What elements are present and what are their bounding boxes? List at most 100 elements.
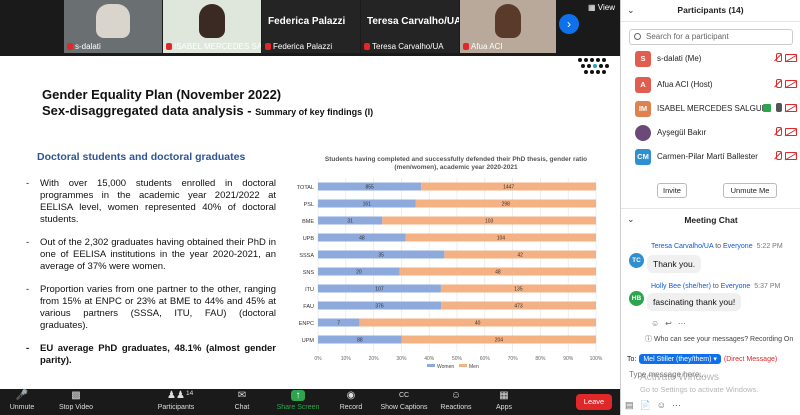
x-tick-label: 40% <box>424 356 435 362</box>
file-icon[interactable]: 📄 <box>640 400 651 411</box>
video-tile-teresa[interactable]: Teresa Carvalho/UA Teresa Carvalho/UA <box>361 0 459 53</box>
participant-row[interactable]: S s-dalati (Me) <box>629 50 797 68</box>
chat-input-tools: ▤ 📄 ☺ ⋯ <box>625 400 681 411</box>
participant-video <box>96 4 130 38</box>
share-screen-button[interactable]: ↑ Share Screen <box>268 390 328 414</box>
next-page-button[interactable]: › <box>559 14 579 34</box>
video-tile-afua[interactable]: Afua ACI <box>460 0 556 53</box>
reply-icon[interactable]: ↩ <box>665 319 672 328</box>
bullet-list: With over 15,000 students enrolled in do… <box>26 178 276 378</box>
invite-button[interactable]: Invite <box>657 183 687 198</box>
participant-row[interactable]: Ayşegül Bakır <box>629 124 797 142</box>
video-tile-s-dalati[interactable]: s-dalati <box>64 0 162 53</box>
muted-mic-icon[interactable] <box>774 127 782 137</box>
participant-name: Carmen-Pilar Martí Ballester <box>657 152 758 161</box>
unmute-me-button[interactable]: Unmute Me <box>723 183 777 198</box>
y-tick-label: SSSA <box>299 253 314 259</box>
muted-mic-icon <box>463 43 469 50</box>
video-off-icon[interactable] <box>785 128 797 136</box>
format-icon[interactable]: ▤ <box>625 400 634 411</box>
emoji-icon[interactable]: ☺ <box>651 319 659 328</box>
slide-heading: Gender Equality Plan (November 2022) Sex… <box>42 87 373 120</box>
leave-button[interactable]: Leave <box>576 394 612 410</box>
grid-icon: ▦ <box>588 3 596 12</box>
x-tick-label: 10% <box>341 356 352 362</box>
data-label-men: 298 <box>502 202 511 208</box>
bullet-item: Out of the 2,302 graduates having obtain… <box>26 237 276 273</box>
participants-header: ⌄ Participants (14) <box>621 0 800 22</box>
avatar: TC <box>629 253 644 268</box>
more-icon[interactable]: ⋯ <box>672 400 681 411</box>
muted-mic-icon[interactable] <box>774 151 782 161</box>
video-off-icon[interactable] <box>785 80 797 88</box>
participants-button[interactable]: ♟♟ 14 Participants <box>146 390 206 414</box>
chat-message-input[interactable]: Type message here... <box>629 370 794 379</box>
video-tile-federica[interactable]: Federica Palazzi Federica Palazzi <box>262 0 360 53</box>
x-tick-label: 50% <box>452 356 463 362</box>
participant-row[interactable]: A Afua ACI (Host) <box>629 76 797 94</box>
tile-name: Afua ACI <box>471 42 503 51</box>
show-captions-button[interactable]: CC Show Captions <box>374 390 434 414</box>
chat-header: ⌄ Meeting Chat <box>621 208 800 228</box>
legend-swatch <box>427 364 435 367</box>
record-button[interactable]: ◉ Record <box>321 390 381 414</box>
data-label-women: 161 <box>363 202 372 208</box>
muted-mic-icon[interactable] <box>774 79 782 89</box>
message-reactions: ☺ ↩ ⋯ <box>651 319 686 328</box>
data-label-men: 135 <box>514 287 523 293</box>
tile-big-name: Federica Palazzi <box>268 16 346 27</box>
chat-bubble-icon: ✉ <box>237 390 247 401</box>
tile-name: ISABEL MERCEDES SALGU... <box>174 42 261 51</box>
search-icon <box>634 33 641 40</box>
participant-search-input[interactable]: Search for a participant <box>629 29 793 45</box>
direct-message-note: (Direct Message) <box>723 355 778 363</box>
muted-mic-icon[interactable] <box>774 53 782 63</box>
participants-icon: ♟♟ <box>167 390 185 401</box>
shared-slide: Gender Equality Plan (November 2022) Sex… <box>0 56 620 389</box>
info-icon: ⓘ <box>645 336 652 343</box>
video-tile-isabel[interactable]: ISABEL MERCEDES SALGU... <box>163 0 261 53</box>
data-label-men: 103 <box>485 219 494 225</box>
more-icon[interactable]: ⋯ <box>678 319 686 328</box>
recipient-dropdown[interactable]: Mel Stiller (they/them) ▾ <box>639 354 721 364</box>
chat-message: fascinating thank you! <box>647 293 742 311</box>
mic-icon[interactable] <box>774 103 782 113</box>
video-off-icon[interactable] <box>785 152 797 160</box>
bullet-item: Proportion varies from one partner to th… <box>26 284 276 332</box>
data-label-men: 204 <box>495 338 504 344</box>
chat-title: Meeting Chat <box>684 215 738 225</box>
share-arrow-icon: ↑ <box>291 390 305 401</box>
view-button[interactable]: ▦ View <box>588 3 615 12</box>
data-label-women: 88 <box>357 338 363 344</box>
y-tick-label: ENPC <box>299 321 314 327</box>
eelisa-logo <box>578 58 609 74</box>
chat-visibility-hint[interactable]: ⓘ Who can see your messages? Recording O… <box>645 334 793 344</box>
slide-title: Gender Equality Plan (November 2022) <box>42 87 282 102</box>
tile-name: Teresa Carvalho/UA <box>372 42 444 51</box>
participants-count: 14 <box>186 390 194 397</box>
chart-canvas: 0% 10% 20% 30% 40% 50% 60% 70% 80% 90% 100% TOTAL 85… <box>297 178 603 370</box>
x-tick-label: 70% <box>508 356 519 362</box>
x-tick-label: 80% <box>535 356 546 362</box>
bullet-item: With over 15,000 students enrolled in do… <box>26 178 276 226</box>
participant-row[interactable]: IM ISABEL MERCEDES SALGUE... <box>629 100 797 118</box>
avatar: IM <box>635 101 651 117</box>
apps-button[interactable]: ▦ Apps <box>474 390 534 414</box>
video-off-icon[interactable] <box>785 54 797 62</box>
data-label-men: 473 <box>514 304 523 310</box>
legend-swatch <box>459 364 467 367</box>
x-tick-label: 100% <box>590 356 603 362</box>
chat-button[interactable]: ✉ Chat <box>212 390 272 414</box>
bullet-item: EU average PhD graduates, 48.1% (almost … <box>26 343 276 367</box>
meeting-toolbar: 🎤 Unmute ▩ Stop Video ♟♟ 14 Participants… <box>0 389 620 415</box>
y-tick-label: BME <box>302 219 314 225</box>
x-tick-label: 60% <box>480 356 491 362</box>
stop-video-button[interactable]: ▩ Stop Video <box>46 390 106 414</box>
unmute-button[interactable]: 🎤 Unmute <box>0 390 52 414</box>
video-off-icon[interactable] <box>785 104 797 112</box>
data-label-men: 42 <box>517 253 523 259</box>
data-label-women: 20 <box>356 270 362 276</box>
emoji-icon[interactable]: ☺ <box>657 400 666 411</box>
participant-name: Ayşegül Bakır <box>657 128 707 137</box>
participant-row[interactable]: CM Carmen-Pilar Martí Ballester <box>629 148 797 166</box>
